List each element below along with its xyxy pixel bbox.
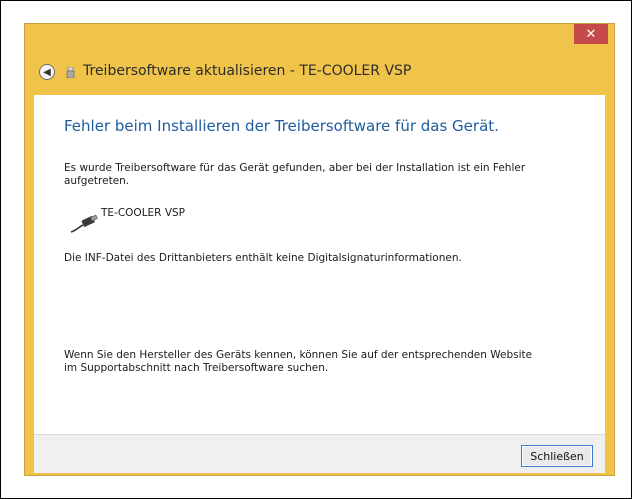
close-window-button[interactable]: ✕ <box>574 24 608 44</box>
device-name: TE-COOLER VSP <box>101 207 185 219</box>
dialog-footer: Schließen <box>34 434 605 473</box>
error-heading: Fehler beim Installieren der Treibersoft… <box>64 117 499 135</box>
window-title: Treibersoftware aktualisieren - TE-COOLE… <box>83 63 412 79</box>
back-arrow-icon: ◀ <box>43 66 51 78</box>
support-hint: Wenn Sie den Hersteller des Geräts kenne… <box>64 349 533 374</box>
dialog-content: Fehler beim Installieren der Treibersoft… <box>34 95 605 434</box>
usb-device-icon <box>66 67 75 78</box>
dialog-window: ✕ ◀ Treibersoftware aktualisieren - TE-C… <box>24 23 615 476</box>
title-bar: ✕ ◀ Treibersoftware aktualisieren - TE-C… <box>25 24 614 96</box>
error-detail: Die INF-Datei des Drittanbieters enthält… <box>64 252 462 264</box>
close-icon: ✕ <box>585 26 597 42</box>
close-button[interactable]: Schließen <box>521 445 593 467</box>
error-message: Es wurde Treibersoftware für das Gerät g… <box>64 162 526 187</box>
usb-cable-icon <box>70 214 98 233</box>
back-button[interactable]: ◀ <box>39 64 55 80</box>
screenshot-frame: ✕ ◀ Treibersoftware aktualisieren - TE-C… <box>0 0 632 499</box>
